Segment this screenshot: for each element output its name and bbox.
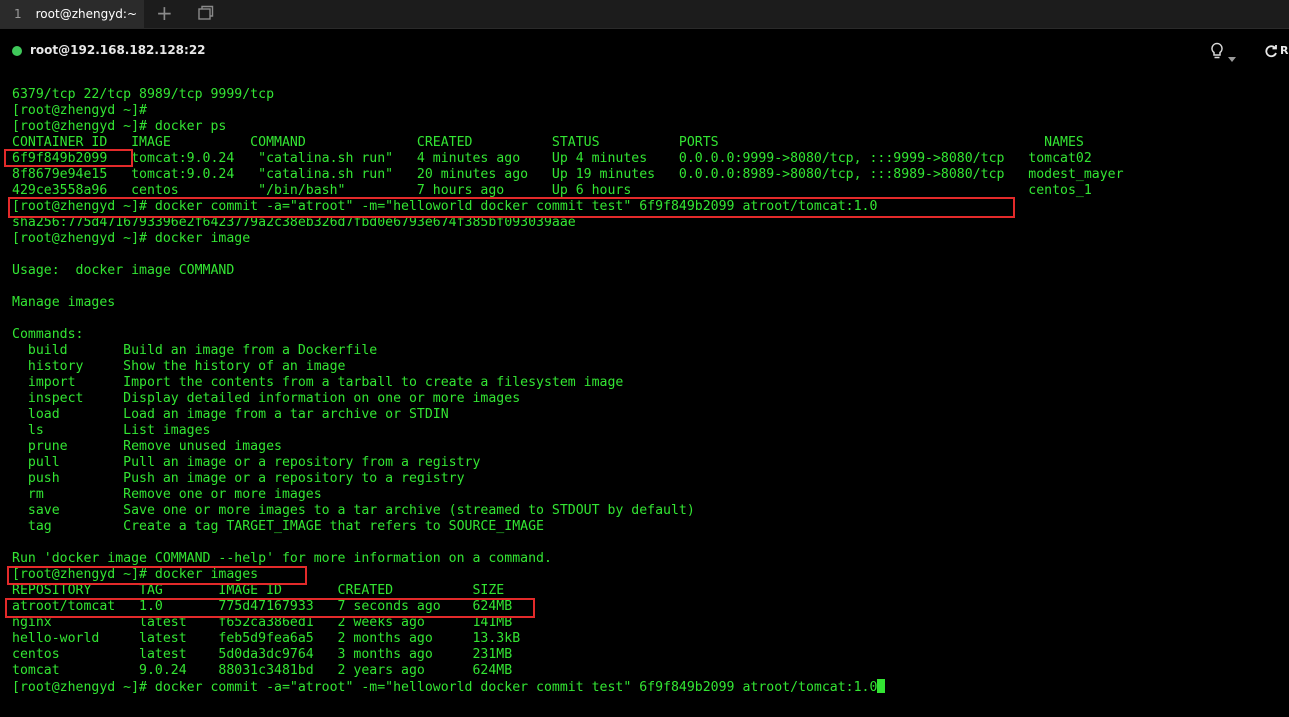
refresh-label[interactable]: R <box>1280 44 1288 57</box>
terminal-line: prune Remove unused images <box>12 439 282 454</box>
terminal-line: nginx latest f652ca386ed1 2 weeks ago 14… <box>12 615 513 630</box>
terminal-line: ls List images <box>12 423 211 438</box>
terminal-line: 429ce3558a96 centos "/bin/bash" 7 hours … <box>12 183 1092 198</box>
terminal-prompt-line[interactable]: [root@zhengyd ~]# docker commit -a="atro… <box>12 679 1282 695</box>
session-bar: root@192.168.182.128:22 R <box>0 29 1289 73</box>
terminal-line: Usage: docker image COMMAND <box>12 263 235 278</box>
terminal-line: push Push an image or a repository to a … <box>12 471 465 486</box>
terminal-cursor <box>877 679 886 693</box>
terminal-line: Commands: <box>12 327 84 342</box>
tabs-icon[interactable] <box>198 5 214 25</box>
chevron-down-icon[interactable] <box>1228 48 1236 67</box>
terminal-line: [root@zhengyd ~]# <box>12 103 147 118</box>
terminal-line: REPOSITORY TAG IMAGE ID CREATED SIZE <box>12 583 505 598</box>
terminal-line: Manage images <box>12 295 116 310</box>
terminal-line: sha256:775d4716793396e2f6423779a2c38eb32… <box>12 215 576 230</box>
terminal-line: rm Remove one or more images <box>12 487 322 502</box>
terminal-line: 6f9f849b2099 tomcat:9.0.24 "catalina.sh … <box>12 151 1092 166</box>
terminal-line: Run 'docker image COMMAND --help' for mo… <box>12 551 552 566</box>
tab-number: 1 <box>14 7 22 21</box>
terminal-line: inspect Display detailed information on … <box>12 391 521 406</box>
terminal-line: import Import the contents from a tarbal… <box>12 375 624 390</box>
terminal-line: build Build an image from a Dockerfile <box>12 343 378 358</box>
lightbulb-icon[interactable] <box>1210 42 1224 64</box>
terminal-line: pull Pull an image or a repository from … <box>12 455 481 470</box>
plus-icon[interactable]: + <box>156 3 173 23</box>
terminal-command-input[interactable]: [root@zhengyd ~]# docker commit -a="atro… <box>12 680 877 695</box>
terminal-line: 6379/tcp 22/tcp 8989/tcp 9999/tcp <box>12 87 275 102</box>
terminal-line: tag Create a tag TARGET_IMAGE that refer… <box>12 519 544 534</box>
terminal-line: tomcat 9.0.24 88031c3481bd 2 years ago 6… <box>12 663 513 678</box>
refresh-icon[interactable] <box>1264 43 1278 62</box>
terminal-line: [root@zhengyd ~]# docker images <box>12 567 259 582</box>
terminal-line: 8f8679e94e15 tomcat:9.0.24 "catalina.sh … <box>12 167 1124 182</box>
terminal-line: atroot/tomcat 1.0 775d47167933 7 seconds… <box>12 599 513 614</box>
terminal-line: [root@zhengyd ~]# docker ps <box>12 119 227 134</box>
terminal-line: hello-world latest feb5d9fea6a5 2 months… <box>12 631 521 646</box>
terminal-line: save Save one or more images to a tar ar… <box>12 503 695 518</box>
tab-root-zhengyd[interactable]: 1 root@zhengyd:~ <box>0 0 144 28</box>
tab-title: root@zhengyd:~ <box>35 7 138 21</box>
terminal-output[interactable]: 6379/tcp 22/tcp 8989/tcp 9999/tcp [root@… <box>12 87 1282 703</box>
terminal-line: load Load an image from a tar archive or… <box>12 407 449 422</box>
terminal-line: CONTAINER ID IMAGE COMMAND CREATED STATU… <box>12 135 1084 150</box>
session-title: root@192.168.182.128:22 <box>30 43 206 57</box>
connection-status-dot <box>12 46 22 56</box>
terminal-line: history Show the history of an image <box>12 359 346 374</box>
terminal-line: centos latest 5d0da3dc9764 3 months ago … <box>12 647 513 662</box>
tab-bar: 1 root@zhengyd:~ + <box>0 0 1289 29</box>
terminal-line: [root@zhengyd ~]# docker commit -a="atro… <box>12 199 878 214</box>
terminal-line: [root@zhengyd ~]# docker image <box>12 231 251 246</box>
